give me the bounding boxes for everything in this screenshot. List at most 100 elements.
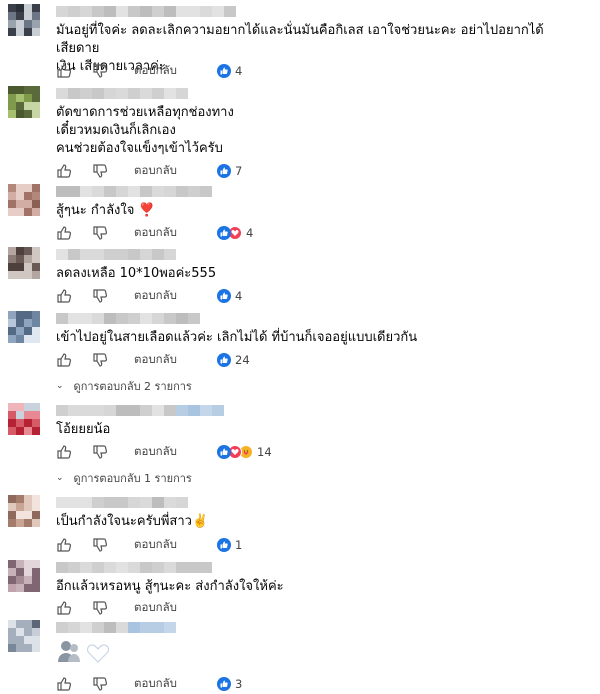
avatar-pixel	[16, 427, 24, 435]
name-pixel	[176, 497, 188, 508]
commenter-name[interactable]	[56, 405, 224, 416]
dislike-button[interactable]	[92, 444, 108, 460]
avatar[interactable]	[8, 184, 40, 216]
reply-link[interactable]: ตอบกลับ	[134, 224, 177, 242]
commenter-name[interactable]	[56, 622, 176, 633]
avatar-pixel	[16, 110, 24, 118]
dislike-button[interactable]	[92, 63, 108, 79]
name-pixel	[104, 405, 116, 416]
reaction-summary[interactable]: 4	[217, 289, 242, 303]
avatar-pixel	[24, 576, 32, 584]
comment-actions: ตอบกลับ 14	[56, 443, 272, 461]
like-button[interactable]	[56, 444, 72, 460]
view-replies-link[interactable]: ⌄ ดูการตอบกลับ 1 รายการ	[56, 469, 192, 487]
commenter-name[interactable]	[56, 313, 200, 324]
name-pixel	[56, 6, 68, 17]
like-button[interactable]	[56, 537, 72, 553]
dislike-button[interactable]	[92, 352, 108, 368]
name-pixel	[116, 313, 128, 324]
avatar[interactable]	[8, 620, 40, 652]
dislike-button[interactable]	[92, 225, 108, 241]
chevron-down-icon: ⌄	[56, 381, 64, 391]
commenter-name[interactable]	[56, 497, 188, 508]
reaction-summary[interactable]: 1	[217, 538, 242, 552]
avatar-pixel	[32, 263, 40, 271]
name-pixel	[188, 405, 200, 416]
avatar-pixel	[16, 327, 24, 335]
comment-actions: ตอบกลับ 3	[56, 675, 242, 693]
name-pixel	[188, 313, 200, 324]
like-button[interactable]	[56, 676, 72, 692]
reaction-summary[interactable]: 4	[217, 64, 242, 78]
commenter-name[interactable]	[56, 88, 188, 99]
name-pixel	[152, 622, 164, 633]
name-pixel	[164, 186, 176, 197]
name-pixel	[116, 497, 128, 508]
avatar[interactable]	[8, 495, 40, 527]
dislike-button[interactable]	[92, 537, 108, 553]
reply-link[interactable]: ตอบกลับ	[134, 536, 177, 554]
dislike-button[interactable]	[92, 676, 108, 692]
avatar-pixel	[24, 263, 32, 271]
dislike-button[interactable]	[92, 163, 108, 179]
like-button[interactable]	[56, 63, 72, 79]
avatar-pixel	[32, 419, 40, 427]
avatar-pixel	[24, 311, 32, 319]
avatar[interactable]	[8, 4, 40, 36]
view-replies-link[interactable]: ⌄ ดูการตอบกลับ 2 รายการ	[56, 377, 192, 395]
like-button[interactable]	[56, 288, 72, 304]
reply-link[interactable]: ตอบกลับ	[134, 287, 177, 305]
reaction-summary[interactable]: 4	[217, 226, 253, 240]
avatar-pixel	[16, 12, 24, 20]
reply-link[interactable]: ตอบกลับ	[134, 62, 177, 80]
commenter-name[interactable]	[56, 186, 212, 197]
name-pixel	[140, 88, 152, 99]
commenter-name[interactable]	[56, 562, 212, 573]
reaction-summary[interactable]: 7	[217, 164, 242, 178]
reply-link[interactable]: ตอบกลับ	[134, 675, 177, 693]
reaction-summary[interactable]: 24	[217, 353, 250, 367]
avatar-pixel	[16, 419, 24, 427]
name-pixel	[80, 622, 92, 633]
reaction-summary[interactable]: 14	[217, 445, 272, 459]
avatar[interactable]	[8, 247, 40, 279]
name-pixel	[104, 249, 116, 260]
reaction-summary[interactable]: 3	[217, 677, 242, 691]
commenter-name[interactable]	[56, 6, 236, 17]
avatar-pixel	[32, 255, 40, 263]
avatar-pixel	[24, 94, 32, 102]
avatar-pixel	[24, 419, 32, 427]
reply-link[interactable]: ตอบกลับ	[134, 351, 177, 369]
reply-link[interactable]: ตอบกลับ	[134, 443, 177, 461]
dislike-button[interactable]	[92, 288, 108, 304]
name-pixel	[92, 186, 104, 197]
avatar[interactable]	[8, 86, 40, 118]
commenter-name[interactable]	[56, 249, 176, 260]
avatar-pixel	[8, 28, 16, 36]
name-pixel	[164, 6, 176, 17]
name-pixel	[128, 88, 140, 99]
avatar[interactable]	[8, 403, 40, 435]
like-button[interactable]	[56, 600, 72, 616]
avatar-pixel	[16, 628, 24, 636]
avatar-pixel	[8, 644, 16, 652]
avatar-pixel	[8, 560, 16, 568]
name-pixel	[152, 562, 164, 573]
name-pixel	[68, 88, 80, 99]
like-button[interactable]	[56, 352, 72, 368]
name-pixel	[164, 562, 176, 573]
name-pixel	[200, 6, 212, 17]
avatar-pixel	[32, 576, 40, 584]
avatar-pixel	[32, 110, 40, 118]
name-pixel	[104, 622, 116, 633]
reply-link[interactable]: ตอบกลับ	[134, 162, 177, 180]
avatar[interactable]	[8, 560, 40, 592]
avatar-pixel	[24, 12, 32, 20]
like-button[interactable]	[56, 163, 72, 179]
avatar[interactable]	[8, 311, 40, 343]
dislike-button[interactable]	[92, 600, 108, 616]
like-button[interactable]	[56, 225, 72, 241]
comment-actions: ตอบกลับ 4	[56, 224, 253, 242]
reply-link[interactable]: ตอบกลับ	[134, 599, 177, 617]
comment-text: โอ้ยยยน้อ	[56, 422, 111, 437]
